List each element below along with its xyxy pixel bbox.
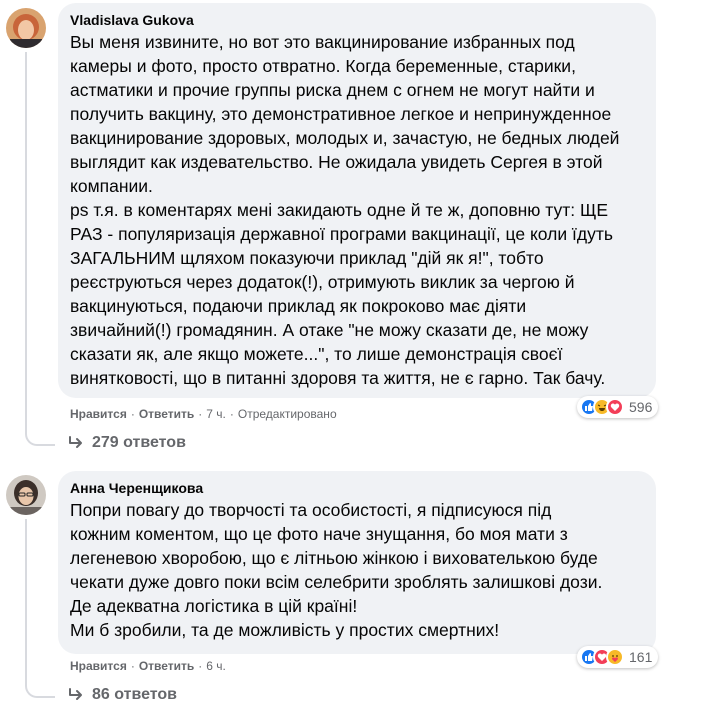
replies-count: 86 ответов xyxy=(92,686,177,703)
comment-actions: Нравится · Ответить · 7 ч. · Отредактировано xyxy=(70,406,337,422)
reactions-summary[interactable]: 161 xyxy=(577,646,659,668)
comment-author[interactable]: Vladislava Gukova xyxy=(70,11,644,29)
reply-button[interactable]: Ответить xyxy=(139,659,194,673)
reaction-count: 161 xyxy=(629,649,653,665)
separator-dot: · xyxy=(198,407,203,421)
reply-arrow-icon xyxy=(69,688,82,700)
like-button[interactable]: Нравится xyxy=(70,407,127,421)
view-replies-link[interactable]: 86 ответов xyxy=(68,686,177,704)
reactions-summary[interactable]: 596 xyxy=(577,396,659,418)
comment-bubble: Vladislava Gukova Вы меня извините, но в… xyxy=(58,3,656,398)
comment-text: Вы меня извините, но вот это вакцинирова… xyxy=(70,32,620,388)
love-reaction-icon xyxy=(606,398,624,416)
avatar-image xyxy=(6,475,46,515)
replies-count: 279 ответов xyxy=(92,434,186,451)
edited-label: Отредактировано xyxy=(237,407,337,421)
comment-timestamp[interactable]: 7 ч. xyxy=(206,407,226,421)
separator-dot: · xyxy=(130,407,135,421)
comment-author[interactable]: Анна Черенщикова xyxy=(70,479,644,497)
avatar[interactable] xyxy=(6,475,46,515)
thread-line xyxy=(25,52,27,430)
comment-text: Попри повагу до творчості та особистості… xyxy=(70,500,603,640)
care-reaction-icon xyxy=(606,648,624,666)
comment-timestamp[interactable]: 6 ч. xyxy=(206,659,226,673)
comment-bubble: Анна Черенщикова Попри повагу до творчос… xyxy=(58,471,656,654)
separator-dot: · xyxy=(130,659,135,673)
separator-dot: · xyxy=(198,659,203,673)
thread-corner xyxy=(25,682,55,698)
reaction-count: 596 xyxy=(629,399,653,415)
thread-line xyxy=(25,519,27,682)
view-replies-link[interactable]: 279 ответов xyxy=(68,434,186,452)
reply-arrow-icon xyxy=(69,436,82,448)
comment-actions: Нравится · Ответить · 6 ч. xyxy=(70,658,226,674)
thread-corner xyxy=(25,430,55,446)
like-button[interactable]: Нравится xyxy=(70,659,127,673)
reply-button[interactable]: Ответить xyxy=(139,407,194,421)
separator-dot: · xyxy=(229,407,234,421)
avatar[interactable] xyxy=(6,8,46,48)
avatar-image xyxy=(6,8,46,48)
